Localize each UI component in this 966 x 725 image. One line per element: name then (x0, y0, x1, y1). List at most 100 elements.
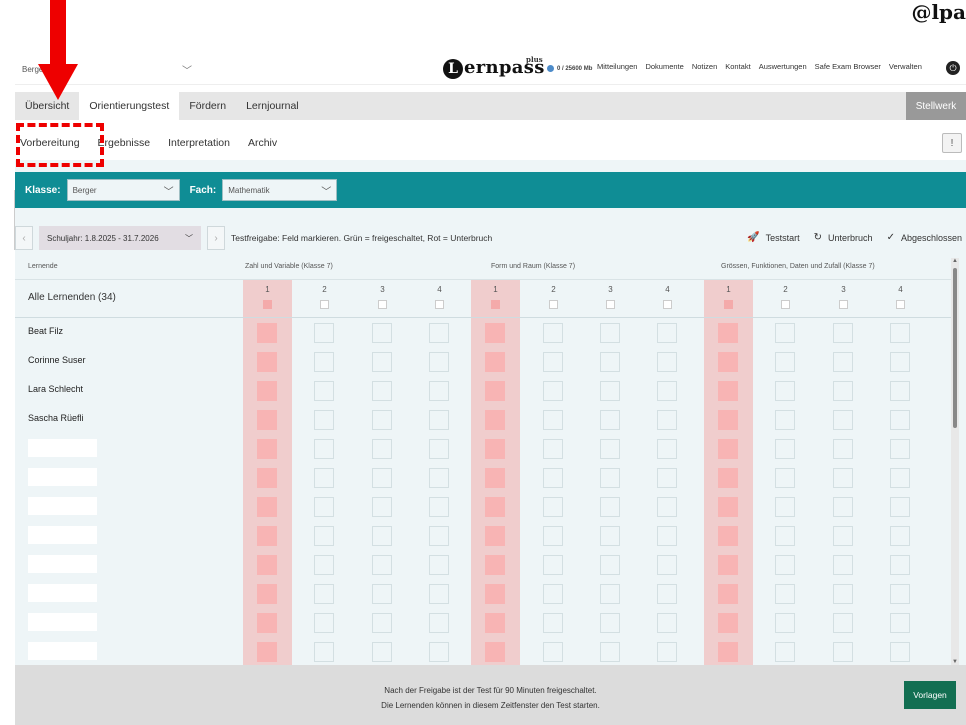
test-release-cell[interactable] (257, 526, 277, 546)
test-release-cell[interactable] (833, 352, 853, 372)
test-release-cell[interactable] (657, 323, 677, 343)
test-release-cell[interactable] (314, 468, 334, 488)
test-release-cell[interactable] (543, 497, 563, 517)
test-release-cell[interactable] (600, 584, 620, 604)
test-release-cell[interactable] (543, 381, 563, 401)
test-release-cell[interactable] (429, 468, 449, 488)
test-release-cell[interactable] (718, 381, 738, 401)
scroll-thumb[interactable] (953, 268, 957, 428)
test-release-cell[interactable] (257, 439, 277, 459)
test-release-cell[interactable] (372, 584, 392, 604)
tab-orientierungstest[interactable]: Orientierungstest (79, 92, 180, 120)
next-year-button[interactable]: › (207, 226, 225, 250)
test-release-cell[interactable] (314, 381, 334, 401)
test-release-cell[interactable] (372, 526, 392, 546)
test-release-cell[interactable] (372, 381, 392, 401)
test-release-cell[interactable] (543, 323, 563, 343)
test-release-cell[interactable] (657, 584, 677, 604)
test-release-cell[interactable] (833, 584, 853, 604)
nav-dokumente[interactable]: Dokumente (645, 62, 683, 71)
tab-foerdern[interactable]: Fördern (179, 92, 236, 120)
test-release-cell[interactable] (314, 410, 334, 430)
test-release-cell[interactable] (600, 352, 620, 372)
select-all-checkbox[interactable] (781, 300, 790, 309)
test-release-cell[interactable] (657, 381, 677, 401)
scroll-up-icon[interactable]: ▲ (951, 258, 959, 264)
test-release-cell[interactable] (543, 584, 563, 604)
test-release-cell[interactable] (485, 381, 505, 401)
test-release-cell[interactable] (314, 497, 334, 517)
subtab-interpretation[interactable]: Interpretation (168, 137, 230, 149)
test-release-cell[interactable] (775, 439, 795, 459)
logout-icon[interactable]: ⏻ (946, 61, 960, 75)
select-all-checkbox[interactable] (663, 300, 672, 309)
test-release-cell[interactable] (718, 323, 738, 343)
test-release-cell[interactable] (833, 555, 853, 575)
test-release-cell[interactable] (775, 468, 795, 488)
test-release-cell[interactable] (775, 323, 795, 343)
test-release-cell[interactable] (775, 381, 795, 401)
test-release-cell[interactable] (429, 642, 449, 662)
select-all-checkbox[interactable] (263, 300, 272, 309)
test-release-cell[interactable] (600, 439, 620, 459)
test-release-cell[interactable] (775, 555, 795, 575)
test-release-cell[interactable] (485, 642, 505, 662)
test-release-cell[interactable] (543, 613, 563, 633)
test-release-cell[interactable] (833, 381, 853, 401)
test-release-cell[interactable] (890, 439, 910, 459)
test-release-cell[interactable] (485, 323, 505, 343)
test-release-cell[interactable] (429, 526, 449, 546)
nav-auswertungen[interactable]: Auswertungen (759, 62, 807, 71)
test-release-cell[interactable] (372, 410, 392, 430)
test-release-cell[interactable] (543, 642, 563, 662)
prev-year-button[interactable]: ‹ (15, 226, 33, 250)
test-release-cell[interactable] (543, 410, 563, 430)
test-release-cell[interactable] (600, 468, 620, 488)
test-release-cell[interactable] (833, 410, 853, 430)
select-all-checkbox[interactable] (491, 300, 500, 309)
test-release-cell[interactable] (257, 323, 277, 343)
test-release-cell[interactable] (257, 613, 277, 633)
test-release-cell[interactable] (429, 584, 449, 604)
select-all-checkbox[interactable] (724, 300, 733, 309)
test-release-cell[interactable] (257, 381, 277, 401)
info-icon[interactable]: ! (942, 133, 962, 153)
test-release-cell[interactable] (543, 468, 563, 488)
test-release-cell[interactable] (657, 468, 677, 488)
test-release-cell[interactable] (833, 439, 853, 459)
year-select[interactable]: Schuljahr: 1.8.2025 - 31.7.2026 ﹀ (39, 226, 201, 250)
test-release-cell[interactable] (372, 642, 392, 662)
test-release-cell[interactable] (372, 323, 392, 343)
vorlagen-button[interactable]: Vorlagen (904, 681, 956, 709)
test-release-cell[interactable] (657, 352, 677, 372)
test-release-cell[interactable] (485, 584, 505, 604)
select-all-checkbox[interactable] (320, 300, 329, 309)
test-release-cell[interactable] (775, 410, 795, 430)
test-release-cell[interactable] (890, 381, 910, 401)
test-release-cell[interactable] (429, 381, 449, 401)
test-release-cell[interactable] (657, 410, 677, 430)
test-release-cell[interactable] (543, 439, 563, 459)
test-release-cell[interactable] (890, 613, 910, 633)
test-release-cell[interactable] (257, 468, 277, 488)
test-release-cell[interactable] (718, 613, 738, 633)
nav-notizen[interactable]: Notizen (692, 62, 717, 71)
test-release-cell[interactable] (485, 468, 505, 488)
nav-safe-exam-browser[interactable]: Safe Exam Browser (815, 62, 881, 71)
test-release-cell[interactable] (429, 497, 449, 517)
test-release-cell[interactable] (718, 352, 738, 372)
test-release-cell[interactable] (718, 584, 738, 604)
test-release-cell[interactable] (485, 497, 505, 517)
tab-stellwerk[interactable]: Stellwerk (906, 92, 966, 120)
test-release-cell[interactable] (314, 323, 334, 343)
select-all-checkbox[interactable] (549, 300, 558, 309)
test-release-cell[interactable] (718, 410, 738, 430)
test-release-cell[interactable] (543, 526, 563, 546)
test-release-cell[interactable] (833, 526, 853, 546)
test-release-cell[interactable] (257, 584, 277, 604)
test-release-cell[interactable] (657, 497, 677, 517)
test-release-cell[interactable] (890, 352, 910, 372)
test-release-cell[interactable] (890, 323, 910, 343)
test-release-cell[interactable] (485, 439, 505, 459)
test-release-cell[interactable] (372, 352, 392, 372)
